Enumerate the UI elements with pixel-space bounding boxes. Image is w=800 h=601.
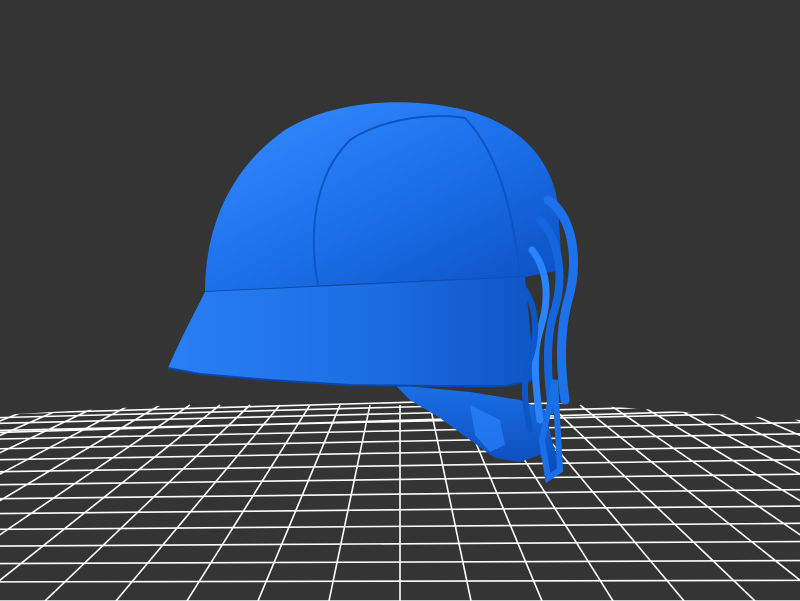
grid-line-receding (0, 404, 41, 601)
helmet-brim (168, 277, 535, 386)
grid-line-receding (0, 404, 161, 601)
helmet-dome (205, 102, 562, 292)
grid-line-receding (0, 404, 101, 601)
grid-line-receding (249, 404, 341, 601)
scene-canvas[interactable] (0, 0, 800, 601)
3d-model-viewport[interactable] (0, 0, 800, 601)
grid-line-receding (0, 404, 191, 601)
grid-line-receding (324, 404, 371, 601)
floor-grid (0, 392, 800, 601)
